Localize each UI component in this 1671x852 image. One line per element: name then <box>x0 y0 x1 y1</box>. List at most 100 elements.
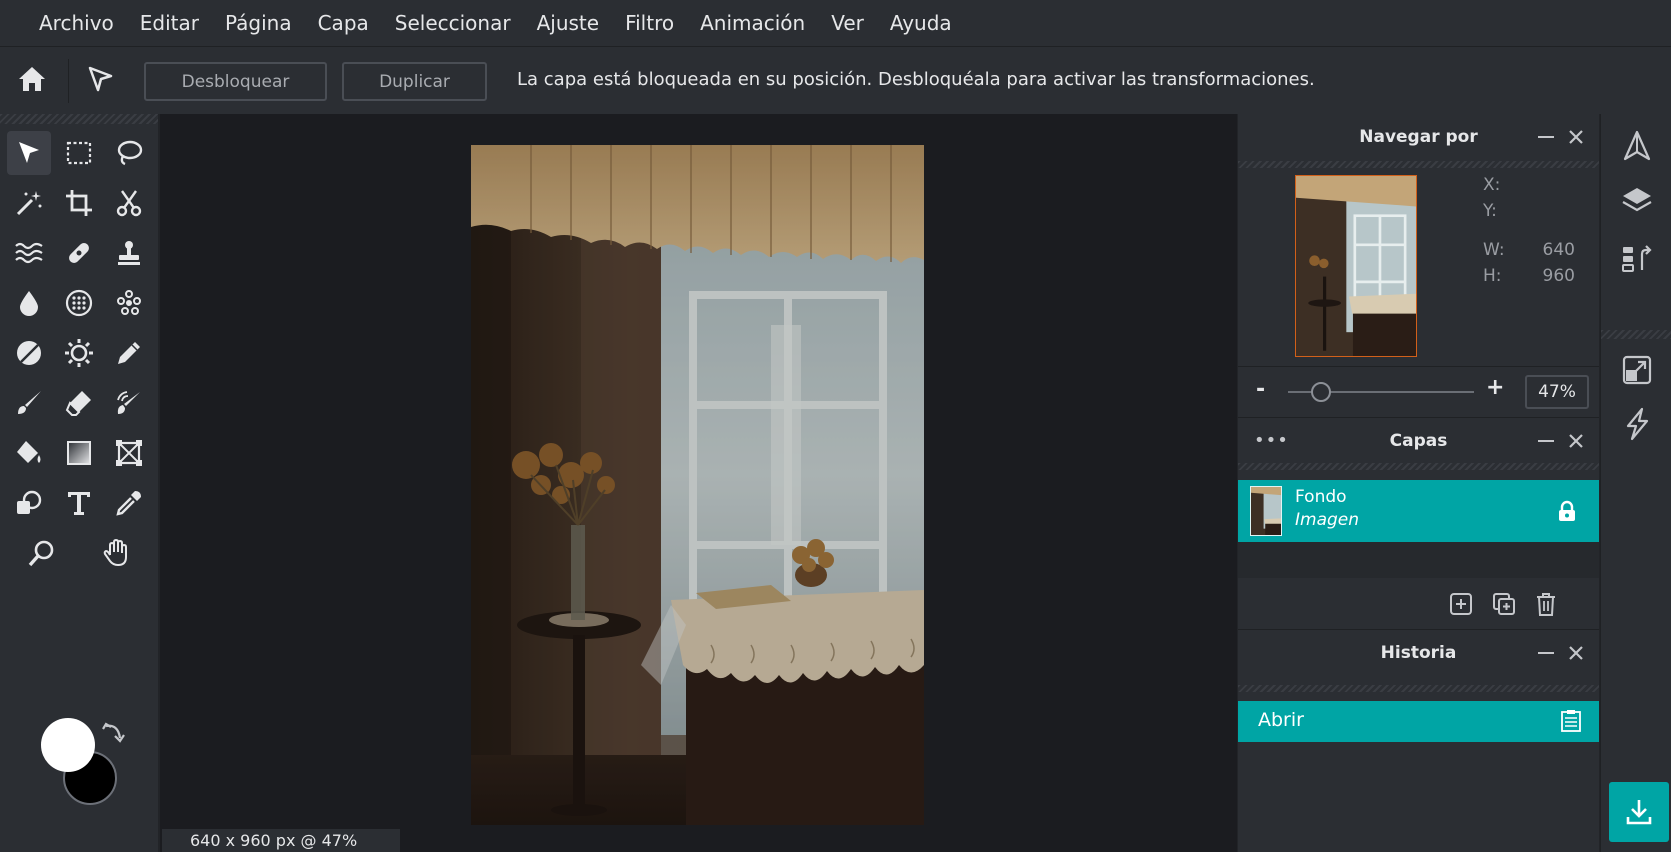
navigator-thumbnail[interactable] <box>1295 175 1417 357</box>
height-label: H: <box>1483 266 1502 286</box>
waves-icon <box>15 242 43 264</box>
layers-toggle-icon[interactable] <box>1620 183 1654 217</box>
hand-icon <box>103 538 127 567</box>
strip-divider <box>1601 330 1671 339</box>
menu-ver[interactable]: Ver <box>820 0 879 46</box>
panel-toggle-strip <box>1600 114 1671 852</box>
zoom-slider-handle[interactable] <box>1311 382 1332 402</box>
history-close-icon[interactable] <box>1565 642 1587 664</box>
options-divider <box>68 59 69 103</box>
history-grip[interactable] <box>1238 685 1599 692</box>
navigator-minimize-icon[interactable] <box>1538 136 1554 138</box>
gradient-tool[interactable] <box>57 431 101 475</box>
layer-name: Fondo <box>1295 487 1347 507</box>
download-icon <box>1626 800 1652 825</box>
layers-menu-icon[interactable]: ••• <box>1254 430 1289 451</box>
magic-wand-icon <box>16 191 42 216</box>
actions-lightning-icon[interactable] <box>1620 407 1654 441</box>
shape-tool[interactable] <box>7 481 51 525</box>
duplicate-layer-icon[interactable] <box>1491 591 1517 617</box>
delete-layer-icon[interactable] <box>1533 591 1559 617</box>
history-minimize-icon[interactable] <box>1538 652 1554 654</box>
menu-filtro[interactable]: Filtro <box>614 0 689 46</box>
zoom-tool[interactable] <box>20 531 64 575</box>
blur-tool[interactable] <box>7 281 51 325</box>
history-item[interactable]: Abrir <box>1238 701 1599 742</box>
magnifier-icon <box>28 540 54 567</box>
menu-editar[interactable]: Editar <box>129 0 214 46</box>
menu-ajuste[interactable]: Ajuste <box>526 0 614 46</box>
sharpen-tool[interactable] <box>57 331 101 375</box>
move-tool-icon <box>88 66 113 92</box>
magic-wand-tool[interactable] <box>7 181 51 225</box>
navigator-grip[interactable] <box>1238 161 1599 168</box>
navigator-panel-header[interactable]: Navegar por <box>1238 114 1599 160</box>
tool-palette <box>0 114 158 852</box>
layer-item[interactable]: Fondo Imagen <box>1238 480 1599 542</box>
canvas-area[interactable] <box>160 114 1237 852</box>
smudge-tool[interactable] <box>107 381 151 425</box>
layers-panel-header[interactable]: ••• Capas <box>1238 417 1599 463</box>
healing-brush-tool[interactable] <box>57 231 101 275</box>
swap-colors-icon[interactable] <box>100 720 126 746</box>
zoom-out-button[interactable]: - <box>1256 377 1265 402</box>
menu-archivo[interactable]: Archivo <box>28 0 129 46</box>
canvas-image[interactable] <box>471 145 924 825</box>
unlock-button[interactable]: Desbloquear <box>144 62 327 101</box>
text-tool[interactable] <box>57 481 101 525</box>
hand-tool[interactable] <box>94 531 138 575</box>
zoom-percent-input[interactable]: 47% <box>1525 375 1589 409</box>
toolbar-grip[interactable] <box>0 114 158 124</box>
menu-ayuda[interactable]: Ayuda <box>879 0 967 46</box>
sponge-tool[interactable] <box>57 281 101 325</box>
frame-tool[interactable] <box>107 431 151 475</box>
document-icon <box>1561 710 1581 732</box>
zoom-in-button[interactable]: + <box>1486 375 1504 400</box>
move-tool[interactable] <box>7 131 51 175</box>
brush-tool[interactable] <box>7 381 51 425</box>
lock-icon[interactable] <box>1557 500 1577 522</box>
liquify-tool[interactable] <box>7 231 51 275</box>
dodge-burn-tool[interactable] <box>7 331 51 375</box>
add-layer-icon[interactable] <box>1448 591 1474 617</box>
layers-close-icon[interactable] <box>1565 430 1587 452</box>
layers-minimize-icon[interactable] <box>1538 440 1554 442</box>
duplicate-button[interactable]: Duplicar <box>342 62 487 101</box>
pencil-icon <box>118 342 140 364</box>
marquee-select-tool[interactable] <box>57 131 101 175</box>
navigator-close-icon[interactable] <box>1565 126 1587 148</box>
foreground-color-swatch[interactable] <box>41 718 95 772</box>
menu-pagina[interactable]: Página <box>214 0 307 46</box>
menu-seleccionar[interactable]: Seleccionar <box>384 0 526 46</box>
cut-tool[interactable] <box>107 181 151 225</box>
pixelate-tool[interactable] <box>107 281 151 325</box>
menu-bar: Archivo Editar Página Capa Seleccionar A… <box>0 0 1671 46</box>
layer-type: Imagen <box>1295 510 1360 530</box>
download-button[interactable] <box>1609 782 1669 842</box>
layers-grip[interactable] <box>1238 463 1599 470</box>
eraser-tool[interactable] <box>57 381 101 425</box>
crop-tool[interactable] <box>57 181 101 225</box>
frame-icon <box>116 440 142 466</box>
lasso-icon <box>117 140 143 166</box>
fullscreen-toggle-icon[interactable] <box>1620 353 1654 387</box>
eyedropper-tool[interactable] <box>107 481 151 525</box>
dots-cluster-icon <box>117 290 141 315</box>
options-bar: Desbloquear Duplicar La capa está bloque… <box>0 46 1671 114</box>
navigator-title: Navegar por <box>1359 127 1478 147</box>
paint-bucket-tool[interactable] <box>7 431 51 475</box>
history-toggle-icon[interactable] <box>1620 242 1654 276</box>
lasso-tool[interactable] <box>107 131 151 175</box>
navigator-toggle-icon[interactable] <box>1620 129 1654 163</box>
move-arrow-icon <box>19 142 39 163</box>
history-panel-header[interactable]: Historia <box>1238 629 1599 675</box>
home-icon[interactable] <box>16 63 48 95</box>
color-picker-pencil-tool[interactable] <box>107 331 151 375</box>
clone-stamp-tool[interactable] <box>107 231 151 275</box>
menu-animacion[interactable]: Animación <box>689 0 820 46</box>
canvas-status-bar: 640 x 960 px @ 47% <box>162 829 400 852</box>
gradient-icon <box>67 441 91 465</box>
menu-capa[interactable]: Capa <box>307 0 384 46</box>
drop-icon <box>20 291 38 316</box>
history-item-label: Abrir <box>1258 709 1304 731</box>
